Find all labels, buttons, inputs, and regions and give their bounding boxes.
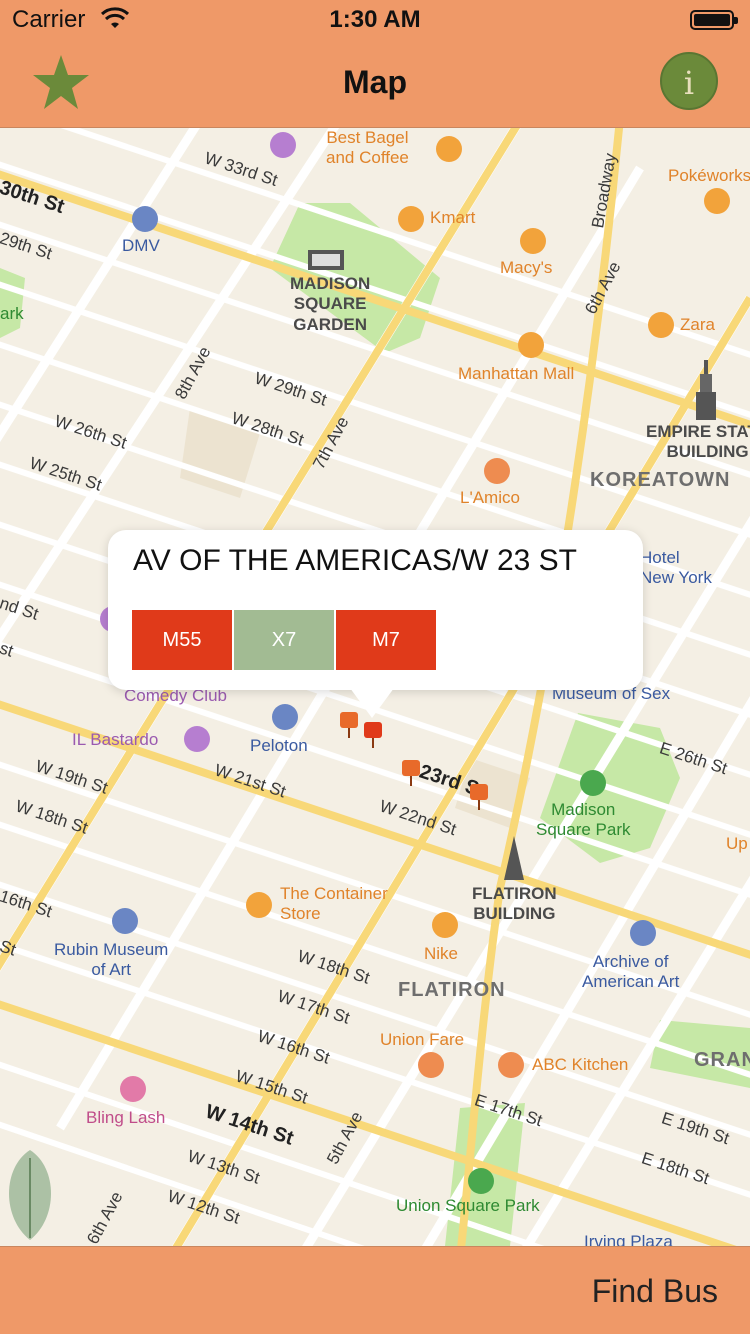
- bar-icon: [184, 726, 210, 752]
- poi-archive[interactable]: Archive of American Art: [582, 952, 679, 993]
- district-label: GRAN: [694, 1049, 750, 1071]
- stadium-icon: [308, 250, 344, 270]
- poi-partial: Up: [726, 834, 748, 853]
- poi-il-bastardo[interactable]: IL Bastardo: [72, 730, 158, 750]
- poi-container-store[interactable]: The Container Store: [280, 884, 388, 925]
- district-label: FLATIRON: [398, 979, 506, 1001]
- status-bar: Carrier 1:30 AM: [0, 0, 750, 40]
- leaf-icon: [9, 1150, 51, 1240]
- restaurant-icon: [484, 458, 510, 484]
- salon-icon: [120, 1076, 146, 1102]
- poi-park: ark: [0, 304, 24, 323]
- park-icon: [580, 770, 606, 796]
- callout-pointer: [350, 688, 394, 718]
- restaurant-icon: [418, 1052, 444, 1078]
- shopping-icon: [398, 206, 424, 232]
- poi-lamico[interactable]: L'Amico: [460, 488, 520, 508]
- status-time: 1:30 AM: [329, 6, 421, 33]
- info-icon: i: [683, 64, 695, 102]
- poi-empire-state[interactable]: EMPIRE STATEBUILDING: [646, 422, 750, 463]
- bus-stop-pin[interactable]: [364, 722, 382, 748]
- cafe-icon: [436, 136, 462, 162]
- restaurant-icon: [498, 1052, 524, 1078]
- poi-bling-lash[interactable]: Bling Lash: [86, 1108, 165, 1128]
- district-label: KOREATOWN: [590, 469, 731, 491]
- poi-best-bagel[interactable]: Best Bagel and Coffee: [326, 128, 409, 169]
- museum-icon: [112, 908, 138, 934]
- shopping-icon: [648, 312, 674, 338]
- government-icon: [132, 206, 158, 232]
- poi-kmart[interactable]: Kmart: [430, 208, 475, 228]
- stop-callout[interactable]: AV OF THE AMERICAS/W 23 ST M55 X7 M7: [108, 530, 643, 690]
- bus-stop-pin[interactable]: [402, 760, 420, 786]
- poi-hotel[interactable]: Hotel New York: [640, 548, 712, 589]
- shopping-icon: [432, 912, 458, 938]
- poi-peloton[interactable]: Peloton: [250, 736, 308, 756]
- bus-stop-pin[interactable]: [470, 784, 488, 810]
- poi-nike[interactable]: Nike: [424, 944, 458, 964]
- page-title: Map: [343, 64, 407, 100]
- poi-madison-park[interactable]: Madison Square Park: [536, 800, 631, 841]
- museum-icon: [630, 920, 656, 946]
- restaurant-icon: [704, 188, 730, 214]
- poi-zara[interactable]: Zara: [680, 315, 715, 335]
- poi-dmv[interactable]: DMV: [122, 236, 160, 256]
- poi-union-square[interactable]: Union Square Park: [396, 1196, 540, 1216]
- poi-flatiron-building[interactable]: FLATIRON BUILDING: [472, 884, 557, 925]
- poi-abc-kitchen[interactable]: ABC Kitchen: [532, 1055, 628, 1075]
- poi-union-fare[interactable]: Union Fare: [380, 1030, 464, 1050]
- info-button[interactable]: i: [660, 52, 718, 110]
- stop-name: AV OF THE AMERICAS/W 23 ST: [133, 544, 577, 577]
- bottom-toolbar: Find Bus: [0, 1246, 750, 1334]
- shopping-icon: [246, 892, 272, 918]
- skyscraper-icon: [696, 360, 716, 420]
- navigation-bar: Carrier 1:30 AM Map i: [0, 0, 750, 128]
- poi-pokeworks[interactable]: Pokéworks: [668, 166, 750, 186]
- shopping-icon: [520, 228, 546, 254]
- route-button-m7[interactable]: M7: [336, 610, 436, 670]
- park-icon: [468, 1168, 494, 1194]
- poi-irving-plaza[interactable]: Irving Plaza: [584, 1232, 673, 1246]
- find-bus-button[interactable]: Find Bus: [592, 1273, 718, 1310]
- building-icon: [504, 836, 524, 880]
- route-button-m55[interactable]: M55: [132, 610, 232, 670]
- battery-icon: [690, 10, 738, 30]
- poi-msg[interactable]: MADISON SQUARE GARDEN: [290, 274, 370, 335]
- gym-icon: [272, 704, 298, 730]
- route-button-x7[interactable]: X7: [234, 610, 334, 670]
- poi-manhattan-mall[interactable]: Manhattan Mall: [458, 364, 574, 384]
- poi-rubin[interactable]: Rubin Museum of Art: [54, 940, 168, 981]
- poi-macys[interactable]: Macy's: [500, 258, 552, 278]
- theater-icon: [270, 132, 296, 158]
- shopping-icon: [518, 332, 544, 358]
